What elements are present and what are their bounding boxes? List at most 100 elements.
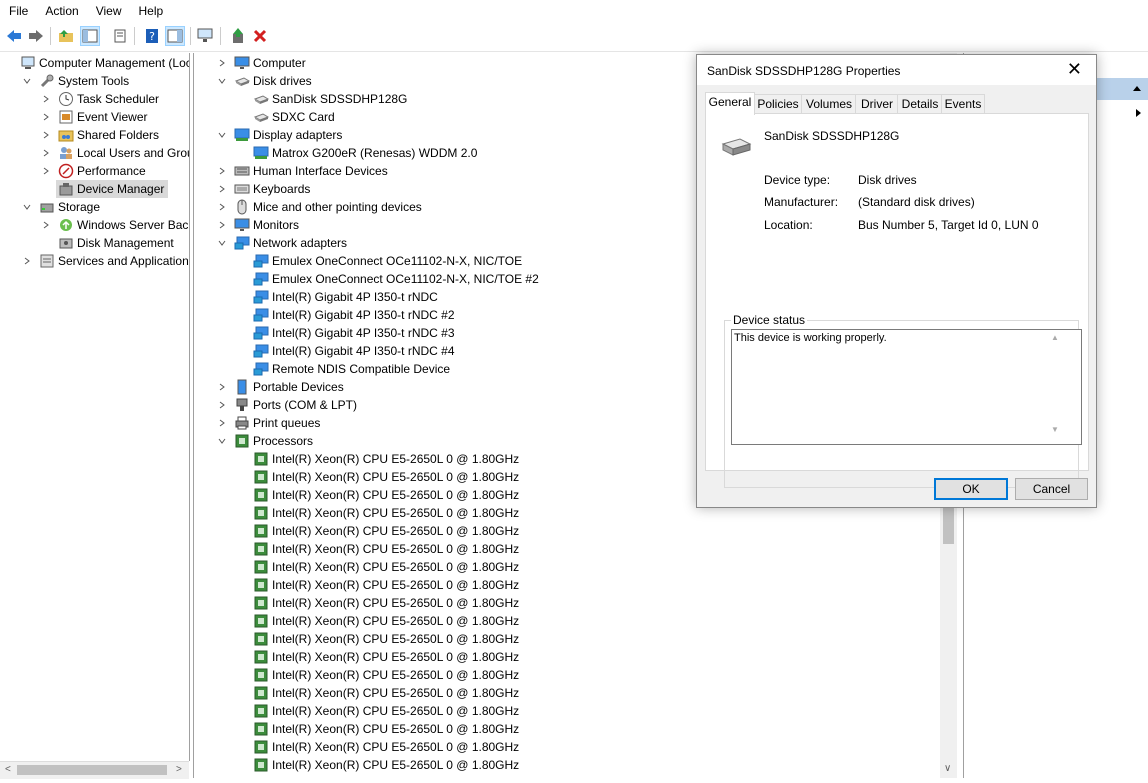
tree-item[interactable]: Intel(R) Xeon(R) CPU E5-2650L 0 @ 1.80GH… [194, 756, 958, 774]
chevron-right-icon[interactable] [40, 144, 52, 162]
tab-events[interactable]: Events [941, 94, 985, 114]
tree-item[interactable]: Intel(R) Xeon(R) CPU E5-2650L 0 @ 1.80GH… [194, 720, 958, 738]
tree-item[interactable]: Intel(R) Xeon(R) CPU E5-2650L 0 @ 1.80GH… [194, 522, 958, 540]
tree-item-label: Remote NDIS Compatible Device [272, 362, 451, 376]
chevron-down-icon[interactable] [216, 432, 228, 450]
chevron-right-icon[interactable] [40, 162, 52, 180]
ok-button[interactable]: OK [934, 478, 1008, 500]
chevron-right-icon[interactable] [216, 396, 228, 414]
up-folder-icon[interactable] [56, 26, 76, 46]
processor-icon [254, 470, 268, 484]
forward-icon[interactable] [26, 26, 46, 46]
chevron-right-icon[interactable] [21, 252, 33, 270]
scroll-up-icon[interactable]: ▲ [1051, 333, 1059, 342]
back-icon[interactable] [4, 26, 24, 46]
tree-item[interactable]: Intel(R) Xeon(R) CPU E5-2650L 0 @ 1.80GH… [194, 666, 958, 684]
scroll-right-icon[interactable]: > [176, 764, 182, 775]
tab-driver[interactable]: Driver [855, 94, 899, 114]
tree-item[interactable]: Intel(R) Xeon(R) CPU E5-2650L 0 @ 1.80GH… [194, 612, 958, 630]
scrollbar-thumb[interactable] [17, 765, 167, 775]
action-pane-header[interactable] [1095, 78, 1148, 100]
chevron-down-icon[interactable] [21, 72, 33, 90]
chevron-down-icon[interactable] [21, 198, 33, 216]
chevron-right-icon[interactable] [216, 378, 228, 396]
tree-item[interactable]: Intel(R) Xeon(R) CPU E5-2650L 0 @ 1.80GH… [194, 594, 958, 612]
manufacturer-label: Manufacturer: [764, 195, 839, 209]
scan-hardware-icon[interactable] [196, 26, 216, 46]
tree-item[interactable]: Intel(R) Xeon(R) CPU E5-2650L 0 @ 1.80GH… [194, 630, 958, 648]
chevron-right-icon[interactable] [40, 216, 52, 234]
tree-item[interactable]: Storage [0, 198, 189, 216]
tree-item[interactable]: Computer Management (Local [0, 54, 189, 72]
tree-item[interactable]: Local Users and Groups [0, 144, 189, 162]
tree-expander[interactable] [21, 252, 33, 276]
tree-item[interactable]: Intel(R) Xeon(R) CPU E5-2650L 0 @ 1.80GH… [194, 558, 958, 576]
scroll-left-icon[interactable]: < [5, 764, 11, 775]
chevron-right-icon[interactable] [40, 108, 52, 126]
tree-item-label: Intel(R) Xeon(R) CPU E5-2650L 0 @ 1.80GH… [272, 614, 520, 628]
tree-item[interactable]: System Tools [0, 72, 189, 90]
tree-item[interactable]: Device Manager [56, 180, 168, 198]
chevron-right-icon[interactable] [216, 162, 228, 180]
tree-item-label: Intel(R) Xeon(R) CPU E5-2650L 0 @ 1.80GH… [272, 740, 520, 754]
collapse-up-icon[interactable] [1132, 84, 1142, 92]
chevron-right-icon[interactable] [216, 54, 228, 72]
chevron-down-icon[interactable] [216, 126, 228, 144]
tree-item-label: System Tools [58, 74, 130, 88]
tree-item[interactable]: Intel(R) Xeon(R) CPU E5-2650L 0 @ 1.80GH… [194, 738, 958, 756]
tree-item[interactable]: Performance [0, 162, 189, 180]
close-icon[interactable]: ✕ [1067, 59, 1082, 80]
hid-icon [234, 166, 250, 176]
tree-item-label: Task Scheduler [77, 92, 160, 106]
menu-help[interactable]: Help [130, 0, 172, 18]
chevron-right-icon[interactable] [40, 126, 52, 144]
tree-item[interactable]: Windows Server Backup [0, 216, 189, 234]
tree-expander[interactable] [40, 162, 52, 186]
menu-file[interactable]: File [0, 0, 36, 18]
chevron-down-icon[interactable] [216, 234, 228, 252]
show-hide-console-tree-icon[interactable] [80, 26, 100, 46]
tree-item[interactable]: Shared Folders [0, 126, 189, 144]
tree-item[interactable]: Intel(R) Xeon(R) CPU E5-2650L 0 @ 1.80GH… [194, 684, 958, 702]
disk-drive-icon [253, 95, 269, 104]
tab-general[interactable]: General [705, 92, 755, 115]
scrollbar-thumb[interactable] [943, 508, 954, 544]
tree-item[interactable]: Intel(R) Xeon(R) CPU E5-2650L 0 @ 1.80GH… [194, 540, 958, 558]
device-status-textbox[interactable] [731, 329, 1082, 445]
chevron-right-icon[interactable] [216, 180, 228, 198]
tree-item[interactable]: Task Scheduler [0, 90, 189, 108]
tree-item[interactable]: Event Viewer [0, 108, 189, 126]
tab-volumes[interactable]: Volumes [801, 94, 857, 114]
properties-icon[interactable] [110, 26, 130, 46]
tree-item[interactable]: Intel(R) Xeon(R) CPU E5-2650L 0 @ 1.80GH… [194, 648, 958, 666]
uninstall-device-icon[interactable] [250, 26, 270, 46]
chevron-down-icon[interactable] [216, 72, 228, 90]
scroll-down-icon[interactable]: ∨ [944, 763, 951, 774]
event-viewer-icon [59, 110, 73, 124]
menu-view[interactable]: View [87, 0, 130, 18]
tree-item-label: Intel(R) Xeon(R) CPU E5-2650L 0 @ 1.80GH… [272, 686, 520, 700]
computer-management-icon [21, 56, 35, 69]
help-icon[interactable]: ? [142, 26, 162, 46]
cancel-button[interactable]: Cancel [1015, 478, 1088, 500]
chevron-right-icon[interactable] [216, 414, 228, 432]
chevron-right-icon[interactable] [216, 216, 228, 234]
tree-item[interactable]: Services and Applications [0, 252, 189, 270]
update-driver-icon[interactable] [228, 26, 248, 46]
show-action-pane-icon[interactable] [165, 26, 185, 46]
chevron-right-icon[interactable] [216, 198, 228, 216]
expand-right-icon[interactable] [1135, 108, 1143, 118]
scroll-down-icon[interactable]: ▼ [1051, 425, 1059, 434]
tree-item-label: Intel(R) Gigabit 4P I350-t rNDC #4 [272, 344, 455, 358]
tab-details[interactable]: Details [897, 94, 943, 114]
tree-item-label: Performance [77, 164, 146, 178]
tree-item[interactable]: Disk Management [0, 234, 189, 252]
menu-action[interactable]: Action [36, 0, 86, 18]
tree-item[interactable]: Intel(R) Xeon(R) CPU E5-2650L 0 @ 1.80GH… [194, 576, 958, 594]
chevron-right-icon[interactable] [40, 90, 52, 108]
processor-icon [254, 524, 268, 538]
tree-item-label: Intel(R) Xeon(R) CPU E5-2650L 0 @ 1.80GH… [272, 596, 520, 610]
tree-item[interactable]: Intel(R) Xeon(R) CPU E5-2650L 0 @ 1.80GH… [194, 702, 958, 720]
console-tree-horizontal-scrollbar[interactable]: < > [0, 761, 189, 779]
tab-policies[interactable]: Policies [753, 94, 803, 114]
